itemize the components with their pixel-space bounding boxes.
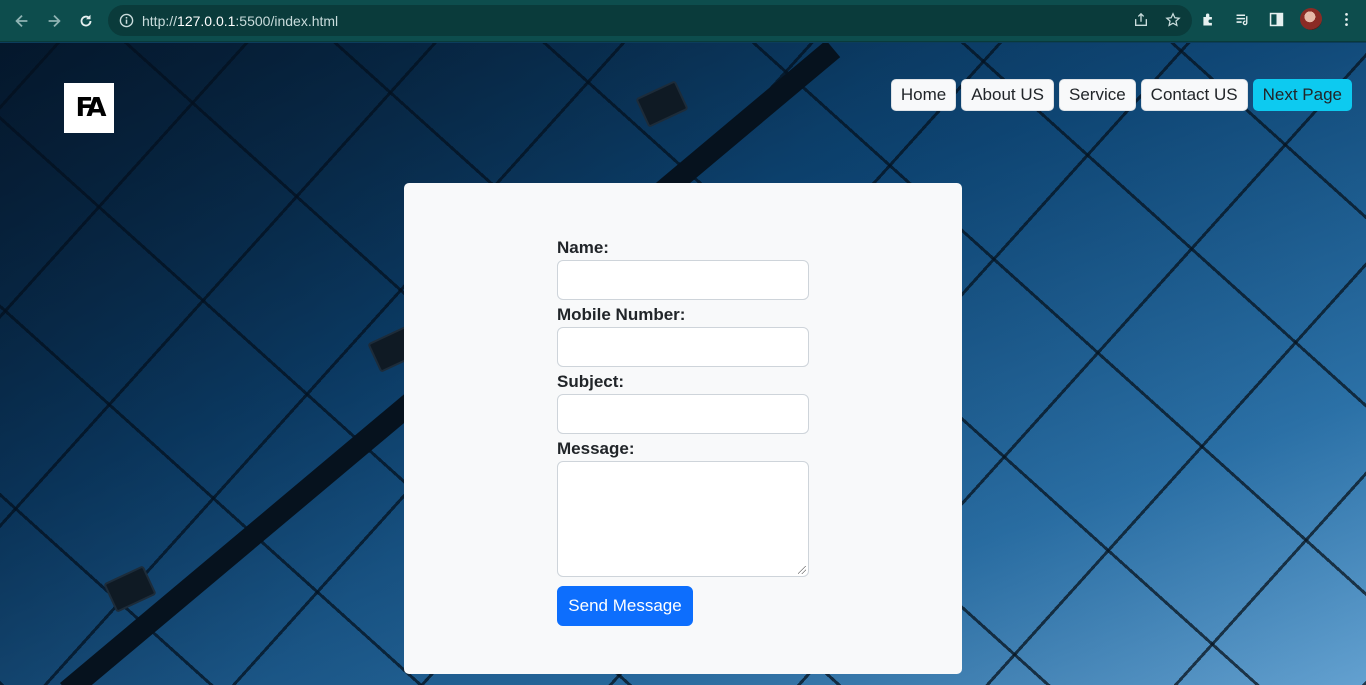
url-path: :5500/index.html	[235, 12, 339, 29]
profile-avatar[interactable]	[1300, 8, 1322, 30]
site-logo[interactable]: FA	[64, 83, 114, 133]
resize-grip-icon[interactable]	[798, 566, 806, 574]
background-lamp	[635, 80, 689, 128]
url-text: http://127.0.0.1:5500/index.html	[142, 13, 338, 29]
page-background: FA Home About US Service Contact US Next…	[0, 43, 1366, 685]
nav-about-button[interactable]: About US	[961, 79, 1054, 111]
background-lamp	[103, 565, 157, 613]
nav-home-button[interactable]: Home	[890, 79, 957, 111]
url-host: 127.0.0.1	[177, 12, 236, 29]
extensions-icon[interactable]	[1198, 9, 1218, 29]
send-message-button[interactable]: Send Message	[557, 586, 693, 626]
browser-toolbar: http://127.0.0.1:5500/index.html	[0, 0, 1366, 42]
back-icon[interactable]	[6, 5, 38, 37]
forward-icon[interactable]	[38, 5, 70, 37]
main-nav: Home About US Service Contact US Next Pa…	[890, 79, 1352, 111]
logo-text: FA	[75, 93, 107, 123]
url-scheme: http://	[142, 12, 178, 29]
message-textarea[interactable]	[557, 461, 809, 577]
nav-contact-button[interactable]: Contact US	[1140, 79, 1248, 111]
share-icon[interactable]	[1132, 11, 1150, 29]
mobile-number-input[interactable]	[557, 327, 809, 367]
subject-input[interactable]	[557, 394, 809, 434]
mobile-label: Mobile Number:	[557, 305, 686, 324]
site-info-icon[interactable]	[118, 13, 134, 29]
contact-form: Name: Mobile Number: Subject: Message: S…	[557, 237, 809, 626]
side-panel-icon[interactable]	[1266, 9, 1286, 29]
contact-form-card: Name: Mobile Number: Subject: Message: S…	[404, 183, 962, 674]
message-label: Message:	[557, 439, 635, 458]
subject-label: Subject:	[557, 372, 625, 391]
media-playlist-icon[interactable]	[1232, 9, 1252, 29]
bookmark-star-icon[interactable]	[1164, 11, 1182, 29]
reload-icon[interactable]	[70, 5, 102, 37]
name-input[interactable]	[557, 260, 809, 300]
address-bar[interactable]: http://127.0.0.1:5500/index.html	[108, 5, 1192, 36]
browser-menu-icon[interactable]	[1336, 9, 1356, 29]
name-label: Name:	[557, 238, 609, 257]
nav-service-button[interactable]: Service	[1058, 79, 1136, 111]
nav-next-page-button[interactable]: Next Page	[1252, 79, 1352, 111]
